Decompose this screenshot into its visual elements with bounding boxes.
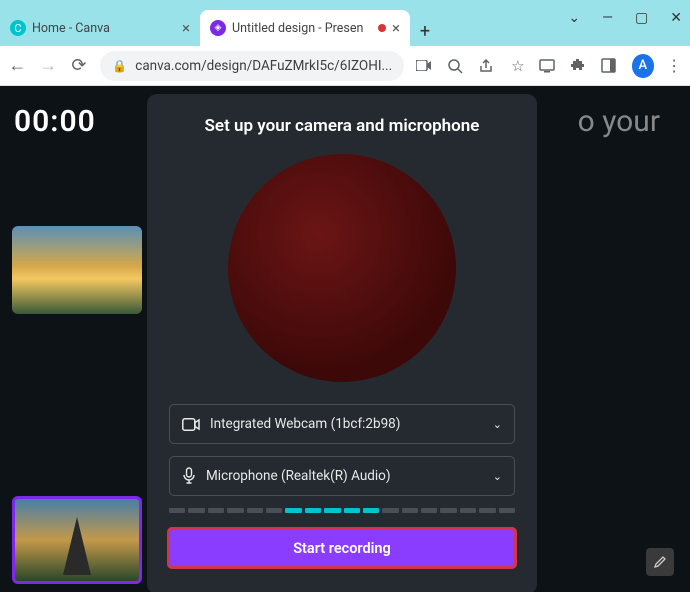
- meter-segment: [285, 508, 301, 513]
- recording-indicator-icon: [378, 24, 386, 32]
- bookmark-icon[interactable]: ☆: [508, 57, 527, 75]
- browser-tab-design[interactable]: ◈ Untitled design - Presen ×: [200, 10, 410, 46]
- meter-segment: [169, 508, 185, 513]
- recording-timer: 00:00: [14, 104, 96, 139]
- kebab-menu-icon[interactable]: ⋮: [666, 56, 682, 75]
- tab-title: Home - Canva: [32, 21, 176, 36]
- recording-setup-modal: Set up your camera and microphone Integr…: [147, 94, 537, 592]
- camera-icon[interactable]: [416, 60, 435, 71]
- browser-titlebar: C Home - Canva × ◈ Untitled design - Pre…: [0, 0, 690, 46]
- meter-segment: [188, 508, 204, 513]
- meter-segment: [402, 508, 418, 513]
- browser-toolbar: ← → ⟳ 🔒 canva.com/design/DAFuZMrkI5c/6IZ…: [0, 46, 690, 86]
- close-window-icon[interactable]: ✕: [670, 10, 682, 26]
- meter-segment: [305, 508, 321, 513]
- screen-icon[interactable]: [539, 59, 558, 73]
- close-icon[interactable]: ×: [392, 19, 400, 37]
- share-icon[interactable]: [478, 58, 497, 74]
- sidepanel-icon[interactable]: [601, 58, 620, 73]
- new-tab-button[interactable]: +: [410, 16, 440, 46]
- meter-segment: [208, 508, 224, 513]
- meter-segment: [324, 508, 340, 513]
- url-text: canva.com/design/DAFuZMrkI5c/6IZOHI...: [135, 58, 392, 74]
- browser-tab-home[interactable]: C Home - Canva ×: [0, 10, 200, 46]
- meter-segment: [227, 508, 243, 513]
- slide-thumbnail-1[interactable]: [12, 226, 142, 314]
- modal-title: Set up your camera and microphone: [147, 116, 537, 136]
- profile-avatar[interactable]: A: [632, 54, 655, 78]
- meter-segment: [266, 508, 282, 513]
- meter-segment: [440, 508, 456, 513]
- microphone-dropdown[interactable]: Microphone (Realtek(R) Audio) ⌄: [169, 456, 515, 496]
- minimize-icon[interactable]: —: [602, 10, 613, 26]
- chevron-down-icon: ⌄: [493, 470, 502, 483]
- tab-title: Untitled design - Presen: [232, 21, 372, 36]
- camera-label: Integrated Webcam (1bcf:2b98): [210, 416, 400, 432]
- forward-button[interactable]: →: [39, 55, 58, 76]
- meter-segment: [460, 508, 476, 513]
- slide-thumbnail-2[interactable]: [12, 496, 142, 584]
- back-button[interactable]: ←: [8, 55, 27, 76]
- extensions-icon[interactable]: [570, 58, 589, 73]
- meter-segment: [499, 508, 515, 513]
- chevron-down-icon: ⌄: [493, 418, 502, 431]
- meter-segment: [363, 508, 379, 513]
- meter-segment: [479, 508, 495, 513]
- edit-button[interactable]: [646, 548, 674, 576]
- eiffel-icon: [63, 517, 91, 575]
- meter-segment: [247, 508, 263, 513]
- canva-design-favicon: ◈: [210, 20, 226, 36]
- meter-segment: [421, 508, 437, 513]
- maximize-icon[interactable]: ▢: [635, 10, 648, 26]
- window-controls: ⌄ — ▢ ✕: [568, 10, 682, 26]
- close-icon[interactable]: ×: [182, 19, 190, 37]
- meter-segment: [344, 508, 360, 513]
- start-recording-label: Start recording: [293, 540, 391, 557]
- canva-page: 00:00 o your Set up your camera and micr…: [0, 86, 690, 592]
- camera-preview: [228, 154, 456, 382]
- zoom-icon[interactable]: [447, 58, 466, 74]
- camera-icon: [182, 418, 200, 431]
- microphone-icon: [182, 467, 196, 485]
- meter-segment: [382, 508, 398, 513]
- address-bar[interactable]: 🔒 canva.com/design/DAFuZMrkI5c/6IZOHI...: [100, 51, 404, 81]
- chevron-down-icon[interactable]: ⌄: [568, 10, 580, 26]
- audio-level-meter: [169, 508, 515, 513]
- lock-icon: 🔒: [112, 59, 127, 73]
- camera-dropdown[interactable]: Integrated Webcam (1bcf:2b98) ⌄: [169, 404, 515, 444]
- start-recording-button[interactable]: Start recording: [167, 527, 517, 569]
- background-slide-text: o your: [578, 104, 660, 139]
- microphone-label: Microphone (Realtek(R) Audio): [206, 468, 391, 484]
- canva-favicon: C: [10, 20, 26, 36]
- reload-button[interactable]: ⟳: [70, 55, 89, 76]
